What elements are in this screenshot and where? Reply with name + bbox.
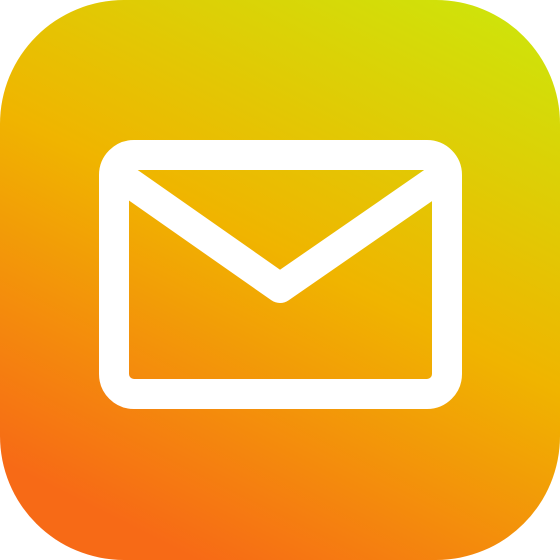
envelope-flap	[108, 163, 454, 303]
mail-app-icon[interactable]	[0, 0, 560, 560]
envelope-icon	[99, 140, 462, 409]
